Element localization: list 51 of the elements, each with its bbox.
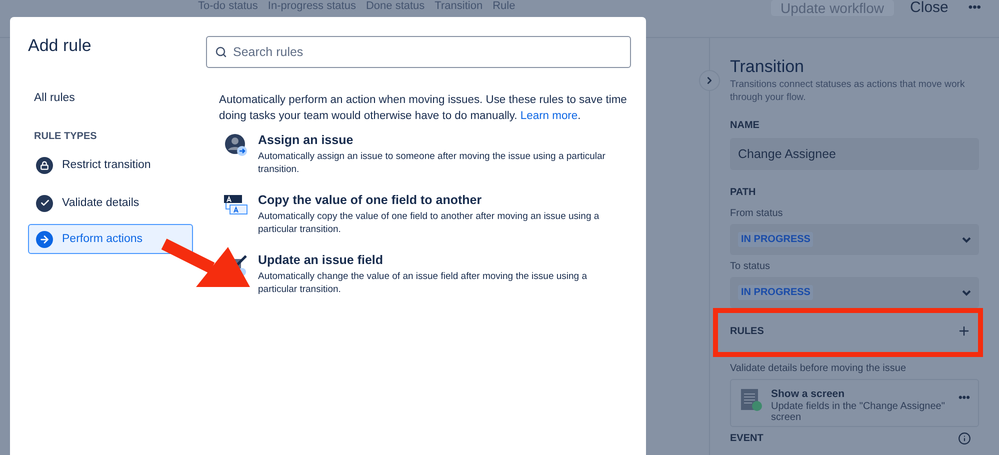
- dialog-description: Automatically perform an action when moving issues. Use these rules to save time doing tasks your team would otherwise have to do manually. Learn more.: [219, 93, 628, 124]
- rule-title[interactable]: Copy the value of one field to another: [258, 193, 628, 207]
- search-icon: [215, 46, 227, 58]
- more-button[interactable]: •••: [968, 0, 981, 14]
- rule-type-item[interactable]: Restrict transition: [28, 150, 193, 180]
- rule-card-description: Update fields in the "Change Assignee" screen: [771, 401, 946, 423]
- toolbar-tab-label[interactable]: Rule: [492, 0, 516, 12]
- all-rules-link[interactable]: All rules: [28, 92, 206, 104]
- chevron-down-icon: [962, 236, 971, 242]
- status-lozenge: IN PROGRESS: [738, 285, 814, 300]
- name-field[interactable]: Change Assignee: [730, 138, 979, 170]
- toolbar-tab-label[interactable]: In-progress status: [268, 0, 356, 12]
- more-button[interactable]: •••: [958, 392, 970, 404]
- rule-card-title: Show a screen: [771, 388, 846, 400]
- rule-description: Automatically change the value of an issue field after moving the issue using a particular transition.: [258, 270, 588, 296]
- status-lozenge: IN PROGRESS: [738, 232, 814, 247]
- rule-type-item[interactable]: Perform actions: [28, 224, 193, 254]
- close-button[interactable]: Close: [910, 0, 948, 16]
- copy-field-icon: [224, 193, 248, 217]
- path-label: PATH: [730, 187, 757, 198]
- rules-label: RULES: [730, 326, 764, 336]
- from-status-label: From status: [730, 208, 784, 219]
- expand-toggle-button[interactable]: [699, 70, 720, 91]
- chevron-down-icon: [962, 290, 971, 296]
- toolbar-tab-label[interactable]: To-do status: [198, 0, 258, 12]
- rule-card[interactable]: Show a screen Update fields in the "Change Assignee" screen •••: [730, 379, 979, 427]
- search-field[interactable]: Search rules: [206, 36, 631, 68]
- panel-title: Transition: [730, 57, 806, 77]
- document-icon: [741, 388, 763, 412]
- from-status-select[interactable]: IN PROGRESS: [730, 224, 979, 255]
- to-status-select[interactable]: IN PROGRESS: [730, 277, 979, 308]
- dialog-title: Add rule: [28, 36, 92, 56]
- name-label: NAME: [730, 120, 760, 131]
- rules-subtitle: Validate details before moving the issue: [730, 363, 908, 374]
- user-avatar-icon: [224, 133, 248, 157]
- toolbar-tab-label[interactable]: Done status: [366, 0, 425, 12]
- rule-title[interactable]: Update an issue field: [258, 253, 628, 267]
- check-icon: [36, 194, 53, 212]
- learn-more-link[interactable]: Learn more: [520, 110, 578, 122]
- lock-icon: [36, 156, 53, 174]
- toolbar-tab-label[interactable]: Transition: [434, 0, 483, 12]
- section-label: RULE TYPES: [33, 131, 98, 142]
- rule-type-item[interactable]: Validate details: [28, 188, 193, 218]
- add-icon[interactable]: [957, 324, 971, 338]
- info-icon[interactable]: [958, 432, 971, 445]
- panel-description: Transitions connect statuses as actions that move work through your flow.: [730, 78, 966, 104]
- rule-description: Automatically copy the value of one field to another after moving an issue using a particular transition.: [258, 210, 600, 236]
- event-label: EVENT: [730, 433, 764, 444]
- to-status-label: To status: [730, 261, 772, 272]
- rule-title[interactable]: Assign an issue: [258, 133, 628, 147]
- rule-description: Automatically assign an issue to someone after moving the issue using a particular transition.: [258, 150, 606, 176]
